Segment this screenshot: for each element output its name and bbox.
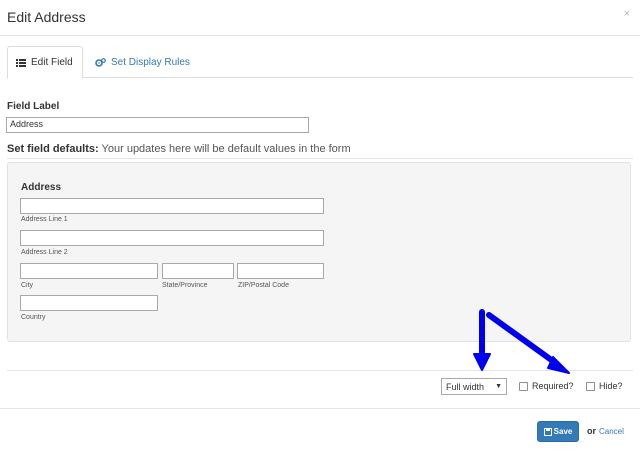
floppy-disk-icon [543,427,552,436]
hide-label: Hide? [599,381,623,391]
save-button[interactable]: Save [537,421,579,442]
close-icon[interactable]: × [624,8,630,20]
footer-divider [0,408,640,409]
zip-input[interactable] [237,263,324,279]
field-label-heading: Field Label [7,101,60,112]
required-checkbox[interactable] [519,381,528,391]
city-input[interactable] [20,263,158,279]
required-label: Required? [532,381,574,391]
city-label: City [21,282,34,289]
country-input[interactable] [20,295,158,311]
or-text: or [587,426,596,436]
defaults-heading: Set field defaults: Your updates here wi… [7,143,351,155]
address-block-title: Address [21,182,62,193]
defaults-divider [7,158,633,159]
state-label: State/Province [162,282,208,289]
options-divider [7,370,633,371]
defaults-heading-desc: Your updates here will be default values… [98,143,351,155]
hide-checkbox[interactable] [586,381,595,391]
tab-set-display-rules-label: Set Display Rules [111,56,190,68]
modal-title: Edit Address [7,9,86,25]
header-divider [0,35,640,36]
cogs-icon [95,57,106,67]
required-option[interactable]: Required? [519,381,574,391]
tab-strip: Edit Field Set Display Rules [7,46,633,79]
chevron-down-icon: ▼ [495,383,502,390]
cancel-link[interactable]: Cancel [599,427,624,436]
address-defaults-panel [7,162,631,342]
tab-set-display-rules[interactable]: Set Display Rules [87,46,198,78]
save-button-label: Save [553,427,573,436]
defaults-heading-title: Set field defaults: [7,143,99,155]
state-input[interactable] [162,263,234,279]
country-label: Country [21,314,46,321]
address-line1-label: Address Line 1 [21,216,68,223]
address-line1-input[interactable] [20,198,324,214]
tab-edit-field-label: Edit Field [31,57,73,68]
hide-option[interactable]: Hide? [586,381,623,391]
width-select[interactable]: Full width ▼ [441,378,507,395]
zip-label: ZIP/Postal Code [238,282,289,289]
address-line2-label: Address Line 2 [21,249,68,256]
tab-edit-field[interactable]: Edit Field [7,46,83,79]
list-icon [16,58,26,67]
field-label-input[interactable]: Address [6,117,309,133]
address-line2-input[interactable] [20,230,324,246]
width-select-value: Full width [446,381,485,392]
